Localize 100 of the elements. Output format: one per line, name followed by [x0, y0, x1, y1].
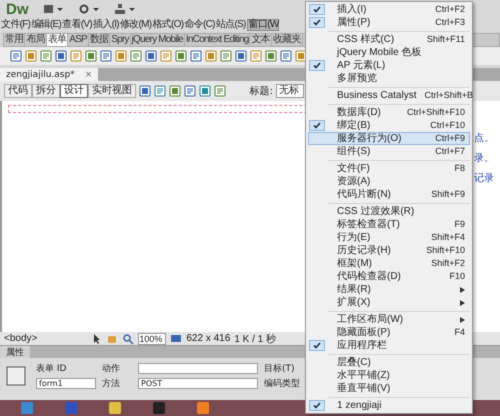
insert-tab[interactable]: 数据	[88, 34, 110, 46]
menu-bar-item[interactable]: 编辑(E)	[31, 19, 62, 31]
insert-tab[interactable]: 文本	[250, 34, 272, 46]
insert-tab[interactable]: Spry	[110, 34, 131, 46]
form-tool-icon[interactable]	[220, 50, 232, 62]
zoom-tool-icon[interactable]	[122, 332, 134, 344]
form-id-field[interactable]: form1	[36, 378, 96, 389]
form-tool-icon[interactable]	[130, 50, 142, 62]
properties-tab[interactable]: 属性	[0, 346, 30, 358]
insert-tab[interactable]: ASP	[68, 34, 89, 46]
form-icon	[6, 366, 26, 386]
method-dropdown[interactable]: POST	[138, 378, 258, 389]
menu-item[interactable]: 服务器行为(O) Ctrl+F9	[308, 132, 470, 145]
form-tool-icon[interactable]	[190, 50, 202, 62]
layout-dropdown-icon[interactable]	[42, 4, 64, 14]
document-tool-icon[interactable]	[154, 85, 166, 97]
menu-item[interactable]: 隐藏面板(P) F4	[308, 326, 470, 339]
document-tool-icon[interactable]	[199, 85, 211, 97]
menu-item[interactable]: 历史记录(H) Shift+F10	[308, 244, 470, 257]
view-button[interactable]: 设计	[60, 84, 88, 98]
menu-bar-item[interactable]: 修改(M)	[120, 19, 152, 31]
title-field[interactable]: 无标	[276, 84, 304, 98]
menu-item[interactable]: 行为(E) Shift+F4	[308, 231, 470, 244]
menu-bar-item[interactable]: 窗口(W	[246, 19, 279, 31]
form-tool-icon[interactable]	[160, 50, 172, 62]
menu-item[interactable]: Business Catalyst Ctrl+Shift+B	[308, 89, 470, 102]
view-button[interactable]: 实时视图	[88, 84, 136, 98]
form-tool-icon[interactable]	[265, 50, 277, 62]
menu-item[interactable]: 组件(S) Ctrl+F7	[308, 145, 470, 158]
menu-item[interactable]: 水平平铺(Z)	[308, 369, 470, 382]
menu-item[interactable]: 属性(P) Ctrl+F3	[308, 16, 470, 29]
form-tool-icon[interactable]	[85, 50, 97, 62]
menu-item[interactable]: 框架(M) Shift+F2	[308, 257, 470, 270]
menu-item[interactable]: 标签检查器(T) F9	[308, 218, 470, 231]
insert-tab[interactable]: 收藏夹	[272, 34, 302, 46]
action-field[interactable]	[138, 363, 258, 374]
site-dropdown-icon[interactable]	[114, 4, 136, 14]
menu-bar-item[interactable]: 插入(I)	[92, 19, 119, 31]
menu-item[interactable]: 代码片断(N) Shift+F9	[308, 188, 470, 201]
form-tool-icon[interactable]	[100, 50, 112, 62]
menu-item[interactable]: 绑定(B) Ctrl+F10	[308, 119, 470, 132]
insert-tab[interactable]: 表单	[46, 34, 68, 46]
menu-bar-item[interactable]: 查看(V)	[62, 19, 92, 31]
document-tab[interactable]: zengjiajilu.asp*	[6, 70, 75, 80]
menu-bar-item[interactable]: 命令(C)	[184, 19, 215, 31]
window-size-dropdown[interactable]: 622 x 416	[186, 333, 230, 344]
menu-bar-item[interactable]: 格式(O)	[152, 19, 184, 31]
document-tool-icon[interactable]	[169, 85, 181, 97]
form-tool-icon[interactable]	[235, 50, 247, 62]
form-tool-icon[interactable]	[10, 50, 22, 62]
close-tab-button[interactable]: ×	[84, 70, 92, 80]
form-tool-icon[interactable]	[205, 50, 217, 62]
menu-item[interactable]: 垂直平铺(V)	[308, 382, 470, 395]
enctype-label: 编码类型	[264, 378, 301, 390]
method-label: 方法	[102, 378, 121, 390]
view-button[interactable]: 代码	[4, 84, 32, 98]
form-tool-icon[interactable]	[25, 50, 37, 62]
form-tool-icon[interactable]	[145, 50, 157, 62]
form-tool-icon[interactable]	[115, 50, 127, 62]
menu-bar-item[interactable]: 文件(F)	[1, 19, 30, 31]
document-tool-icon[interactable]	[139, 85, 151, 97]
menu-item[interactable]: CSS 过渡效果(R)	[308, 205, 470, 218]
menu-item[interactable]: 插入(I) Ctrl+F2	[308, 3, 470, 16]
form-tool-icon[interactable]	[70, 50, 82, 62]
menu-item[interactable]: 代码检查器(D) F10	[308, 270, 470, 283]
form-tool-icon[interactable]	[175, 50, 187, 62]
taskbar-app-icon[interactable]	[108, 401, 122, 415]
panel-text: 记录	[474, 172, 495, 185]
insert-tab[interactable]: 常用	[4, 34, 26, 46]
form-tool-icon[interactable]	[250, 50, 262, 62]
insert-tab[interactable]: jQuery Mobile	[130, 34, 185, 46]
form-tool-icon[interactable]	[280, 50, 292, 62]
form-tool-icon[interactable]	[55, 50, 67, 62]
menu-bar-item[interactable]: 站点(S)	[216, 19, 246, 31]
panel-text: 点。	[474, 132, 495, 145]
title-label: 标题:	[250, 84, 273, 98]
taskbar-app-icon[interactable]	[152, 401, 166, 415]
taskbar-app-icon[interactable]	[196, 401, 210, 415]
menu-item[interactable]: 数据库(D) Ctrl+Shift+F10	[308, 106, 470, 119]
menu-item[interactable]: CSS 样式(C) Shift+F11	[308, 33, 470, 46]
menu-item[interactable]: 工作区布局(W)	[308, 313, 470, 326]
form-id-label: 表单 ID	[36, 362, 68, 375]
zoom-dropdown[interactable]: 100%	[138, 332, 166, 344]
view-button[interactable]: 拆分	[32, 84, 60, 98]
menu-item[interactable]: 资源(A)	[308, 175, 470, 188]
menu-item[interactable]: 文件(F) F8	[308, 162, 470, 175]
document-tool-icon[interactable]	[184, 85, 196, 97]
monitor-icon[interactable]	[170, 332, 182, 344]
tag-selector[interactable]: <body>	[4, 333, 38, 344]
form-tool-icon[interactable]	[40, 50, 52, 62]
menu-item[interactable]: AP 元素(L)	[308, 59, 470, 72]
insert-tab[interactable]: InContext Editing	[184, 34, 250, 46]
menu-item[interactable]: 多屏预览	[308, 72, 470, 85]
action-label: 动作	[102, 362, 121, 375]
document-tool-icon[interactable]	[214, 85, 226, 97]
menu-item[interactable]: 应用程序栏	[308, 339, 470, 352]
menu-item[interactable]: 结果(R)	[308, 283, 470, 296]
menu-item[interactable]: 扩展(X)	[308, 296, 470, 309]
form-tool-icon[interactable]	[295, 50, 307, 62]
menu-item[interactable]: 层叠(C)	[308, 356, 470, 369]
